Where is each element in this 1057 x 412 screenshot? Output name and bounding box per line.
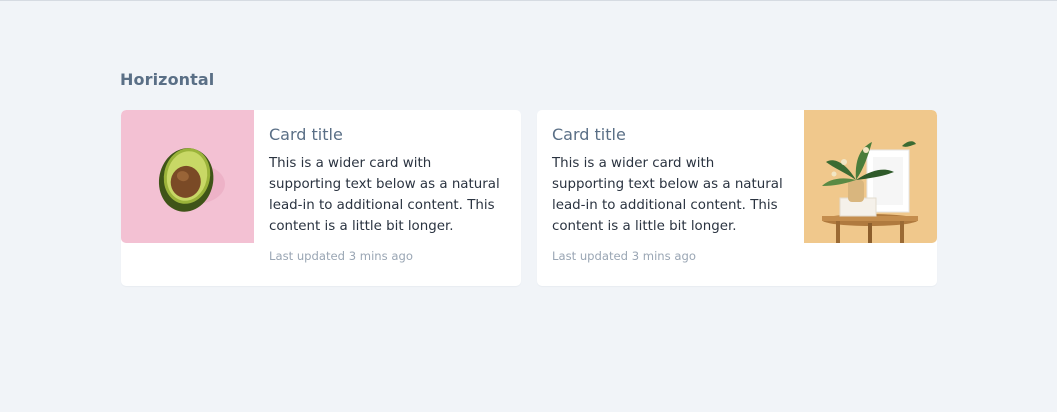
card-text: This is a wider card with supporting tex… <box>269 156 500 234</box>
card-updated-text: Last updated 3 mins ago <box>269 249 413 263</box>
section-heading: Horizontal <box>120 70 215 89</box>
avocado-image <box>121 110 254 243</box>
plant-frame-image <box>804 110 937 243</box>
card-title: Card title <box>552 125 626 144</box>
card-text: This is a wider card with supporting tex… <box>552 156 783 234</box>
card-body: Card title This is a wider card with sup… <box>552 124 787 265</box>
horizontal-card-image-right: Card title This is a wider card with sup… <box>537 110 937 286</box>
card-body: Card title This is a wider card with sup… <box>269 124 504 265</box>
top-border <box>0 0 1057 1</box>
card-title: Card title <box>269 125 343 144</box>
card-updated-text: Last updated 3 mins ago <box>552 249 696 263</box>
horizontal-card-image-left: Card title This is a wider card with sup… <box>121 110 521 286</box>
